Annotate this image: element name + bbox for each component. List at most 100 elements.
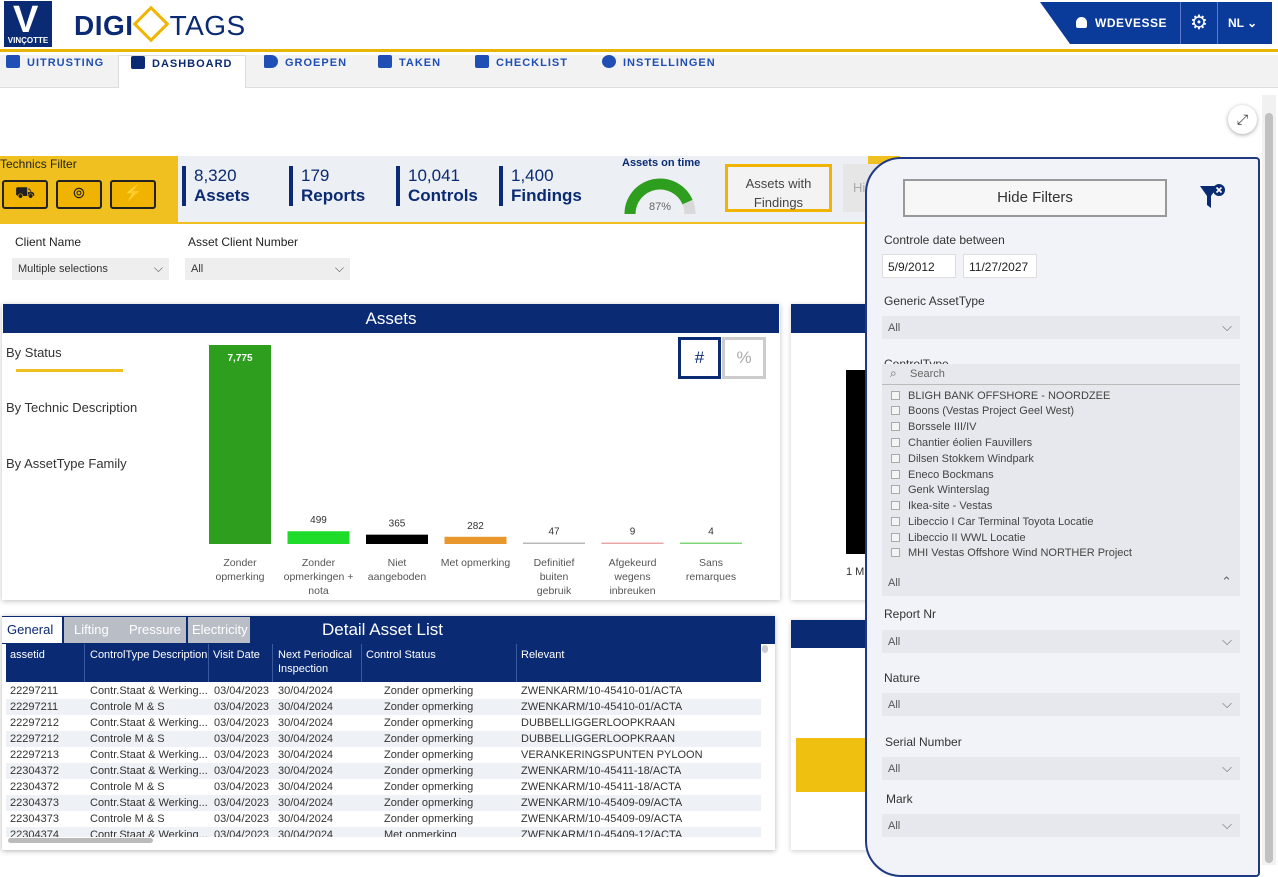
controltype-option[interactable]: Borssele III/IV [891,420,976,434]
controltype-option[interactable]: Boons (Vestas Project Geel West) [891,404,1074,418]
nature-dropdown[interactable]: All ⌵ [882,693,1240,716]
tab-by-technic-description[interactable]: By Technic Description [6,400,137,415]
serial-number-dropdown[interactable]: All ⌵ [882,757,1240,780]
generic-assettype-dropdown[interactable]: All ⌵ [882,316,1240,339]
table-row[interactable]: 22297212 Controle M & S 03/04/2023 30/04/20… [6,731,761,747]
dropdown-value: All [888,763,901,775]
checkbox[interactable] [891,406,900,415]
bar-0[interactable] [209,345,271,544]
clear-filter-icon[interactable] [1198,181,1228,213]
bar-6[interactable] [680,542,742,545]
checkbox[interactable] [891,485,900,494]
assets-on-time-gauge: 87% [624,178,696,215]
nav-taken[interactable]: TAKEN [378,55,441,88]
category-label-3: Met opmerking [441,557,511,569]
bar-1[interactable] [287,531,350,544]
checkbox[interactable] [891,454,900,463]
col-controltype[interactable]: ControlType Description [90,648,207,662]
client-name-dropdown[interactable]: Multiple selections ⌵ [12,258,169,280]
table-row[interactable]: 22304373 Controle M & S 03/04/2023 30/04/20… [6,811,761,827]
checkbox[interactable] [891,533,900,542]
checkbox[interactable] [891,422,900,431]
controltype-option[interactable]: Chantier éolien Fauvillers [891,436,1032,450]
asset-client-number-dropdown[interactable]: All ⌵ [185,258,350,280]
vertical-scrollbar[interactable] [762,645,768,653]
col-next-inspection[interactable]: Next Periodical Inspection [278,648,358,676]
bar-2[interactable] [366,534,428,544]
checkbox[interactable] [891,517,900,526]
brand-logo[interactable]: DIGI TAGS [74,5,246,44]
pressure-filter-button[interactable]: ⊚ [56,180,102,209]
table-row[interactable]: 22304372 Contr.Staat & Werking... 03/04/20… [6,763,761,779]
scrollbar-thumb[interactable] [1265,113,1273,863]
checkbox[interactable] [891,548,900,557]
bar-5[interactable] [601,542,664,545]
checkbox[interactable] [891,438,900,447]
col-control-status[interactable]: Control Status [366,648,436,662]
table-row[interactable]: 22304374 Contr.Staat & Werking... 03/04/20… [6,827,761,837]
table-row[interactable]: 22297213 Contr.Staat & Werking... 03/04/20… [6,747,761,763]
hide-filters-button[interactable]: Hide Filters [903,179,1167,217]
tab-pressure[interactable]: Pressure [124,617,186,643]
date-from-input[interactable]: 5/9/2012 [882,254,956,278]
controltype-option[interactable]: Genk Winterslag [891,483,989,497]
report-nr-dropdown[interactable]: All ⌵ [882,630,1240,653]
cell-visit-date: 03/04/2023 [214,813,270,825]
controltype-option[interactable]: Ikea-site - Vestas [891,499,992,513]
col-assetid[interactable]: assetid [10,648,45,662]
col-visit-date[interactable]: Visit Date [213,648,260,662]
cell-next-inspection: 30/04/2024 [278,733,334,745]
controltype-dropdown[interactable]: All ⌃ [882,571,1240,594]
assets-with-findings-button[interactable]: Assets with Findings [725,164,832,212]
controltype-option[interactable]: Libeccio I Car Terminal Toyota Locatie [891,515,1093,529]
col-relevant[interactable]: Relevant [521,648,564,662]
table-row[interactable]: 22297212 Contr.Staat & Werking... 03/04/20… [6,715,761,731]
tab-general[interactable]: General [2,617,62,643]
tab-electricity[interactable]: Electricity [188,617,250,643]
table-row[interactable]: 22297211 Controle M & S 03/04/2023 30/04/20… [6,699,761,715]
settings-gear-icon[interactable]: ⚙ [1180,2,1218,44]
percent-toggle-button[interactable]: % [722,337,766,379]
controltype-option[interactable]: Libeccio II WWL Locatie [891,531,1026,545]
cell-controltype: Contr.Staat & Werking... [90,765,208,777]
bar-3[interactable] [444,536,507,544]
nav-checklist[interactable]: CHECKLIST [475,55,568,88]
language-select[interactable]: NL ⌄ [1228,16,1257,30]
checkbox[interactable] [891,391,900,400]
date-to-input[interactable]: 11/27/2027 [963,254,1037,278]
table-row[interactable]: 22304373 Contr.Staat & Werking... 03/04/20… [6,795,761,811]
count-toggle-button[interactable]: # [678,337,721,379]
chevron-down-icon: ⌵ [1222,633,1232,648]
controltype-option[interactable]: BLIGH BANK OFFSHORE - NOORDZEE [891,389,1110,403]
kpi-value: 1,400 [511,166,554,185]
checkbox[interactable] [891,501,900,510]
page-scrollbar[interactable] [1262,95,1276,865]
tab-lifting[interactable]: Lifting [64,617,124,643]
tab-by-assettype-family[interactable]: By AssetType Family [6,456,127,471]
lifting-filter-button[interactable]: ⛟ [2,180,48,209]
bar-4[interactable] [523,542,585,545]
table-row[interactable]: 22297211 Contr.Staat & Werking... 03/04/20… [6,683,761,699]
chevron-up-icon: ⌃ [1221,574,1232,589]
cell-control-status: Zonder opmerking [384,765,474,777]
controltype-option[interactable]: MHI Vestas Offshore Wind NORTHER Project [891,546,1132,560]
nav-groepen[interactable]: GROEPEN [264,55,347,88]
expand-icon[interactable]: ⤢ [1228,105,1257,134]
nav-dashboard[interactable]: DASHBOARD [118,55,246,88]
mark-dropdown[interactable]: All ⌵ [882,814,1240,837]
controltype-option[interactable]: Dilsen Stokkem Windpark [891,452,1034,466]
tab-by-status[interactable]: By Status [6,345,62,360]
checkbox[interactable] [891,470,900,479]
controltype-option[interactable]: Eneco Bockmans [891,468,994,482]
nav-instellingen[interactable]: INSTELLINGEN [602,55,716,88]
electricity-filter-button[interactable]: ⚡ [110,180,156,209]
horizontal-scrollbar[interactable] [8,838,153,843]
controltype-search[interactable]: ⌕ Search [882,364,1240,385]
nav-uitrusting[interactable]: UITRUSTING [6,55,104,88]
cell-relevant: VERANKERINGSPUNTEN PYLOON [521,749,703,761]
right-lower-panel [791,620,871,850]
user-menu[interactable]: WDEVESSE [1076,16,1167,30]
table-header: assetid ControlType Description Visit Da… [6,644,761,682]
table-row[interactable]: 22304372 Controle M & S 03/04/2023 30/04/20… [6,779,761,795]
vincotte-logo[interactable]: V VINÇOTTE [4,1,52,47]
